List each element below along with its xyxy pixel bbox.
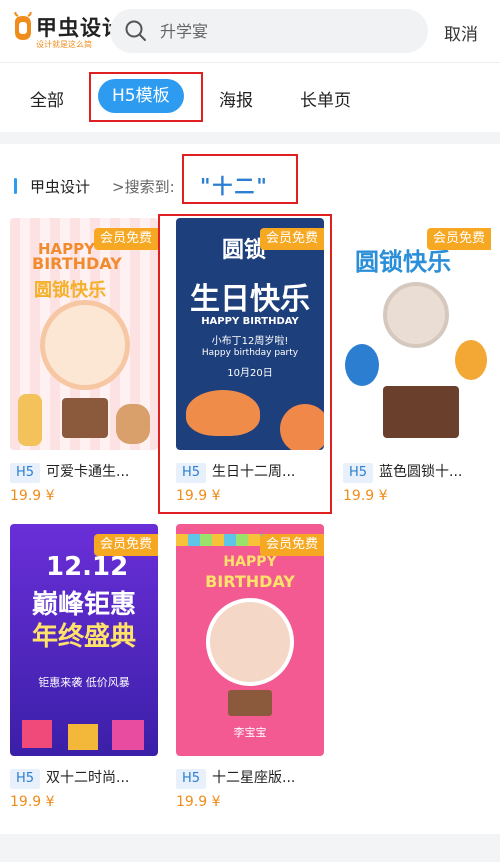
type-tag: H5 bbox=[343, 463, 373, 483]
template-card[interactable]: 圆锁快乐 会员免费 H5 蓝色圆锁十... 19.9 ¥ bbox=[343, 218, 491, 510]
card-price: 19.9 ¥ bbox=[10, 488, 55, 504]
card-title-text: 双十二时尚... bbox=[46, 770, 130, 786]
highlight-box-card bbox=[158, 214, 332, 514]
member-free-badge: 会员免费 bbox=[259, 534, 324, 556]
bear-illustration bbox=[116, 404, 150, 444]
result-source: 甲虫设计 bbox=[30, 178, 91, 196]
search-result-header: 甲虫设计 >搜索到: "十二" bbox=[0, 144, 500, 214]
template-thumbnail[interactable]: 圆锁快乐 会员免费 bbox=[343, 218, 491, 450]
tab-long-page[interactable]: 长单页 bbox=[300, 86, 351, 111]
member-free-badge: 会员免费 bbox=[93, 534, 158, 556]
card-price: 19.9 ¥ bbox=[10, 794, 55, 810]
type-tag: H5 bbox=[10, 769, 40, 789]
member-free-badge: 会员免费 bbox=[93, 228, 158, 250]
beetle-logo-icon bbox=[14, 12, 32, 40]
balloon-illustration bbox=[455, 340, 487, 380]
tab-all[interactable]: 全部 bbox=[30, 86, 64, 111]
type-tag: H5 bbox=[10, 463, 40, 483]
art-text: 圆锁快乐 bbox=[34, 280, 106, 301]
top-bar: 甲虫设计 设计就是这么简 取消 bbox=[0, 0, 500, 62]
logo-tagline: 设计就是这么简 bbox=[36, 40, 92, 49]
card-title[interactable]: H5 双十二时尚... bbox=[10, 767, 158, 789]
section-marker bbox=[14, 178, 17, 194]
card-price: 19.9 ¥ bbox=[343, 488, 388, 504]
cake-illustration bbox=[383, 386, 459, 438]
art-text: 12.12 bbox=[46, 552, 129, 582]
cake-illustration bbox=[62, 398, 108, 438]
portrait-photo bbox=[40, 300, 130, 390]
bottom-spacer bbox=[0, 834, 500, 862]
tab-poster[interactable]: 海报 bbox=[219, 86, 253, 111]
search-box[interactable] bbox=[110, 9, 428, 53]
portrait-photo bbox=[383, 282, 449, 348]
logo-name: 甲虫设计 bbox=[36, 16, 112, 40]
cancel-button[interactable]: 取消 bbox=[444, 20, 478, 45]
template-card[interactable]: 12.12 巅峰钜惠 年终盛典 钜惠来袭 低价风暴 会员免费 H5 双十二时尚..… bbox=[10, 524, 158, 816]
search-input[interactable] bbox=[160, 9, 410, 53]
art-text: 李宝宝 bbox=[233, 726, 267, 739]
card-title[interactable]: H5 十二星座版... bbox=[176, 767, 324, 789]
art-text: BIRTHDAY bbox=[205, 572, 295, 591]
template-thumbnail[interactable]: HAPPY BIRTHDAY 李宝宝 会员免费 bbox=[176, 524, 324, 756]
art-text: HAPPY bbox=[223, 554, 277, 570]
card-title-text: 蓝色圆锁十... bbox=[379, 464, 463, 480]
highlight-box-keyword bbox=[182, 154, 298, 204]
card-title-text: 十二星座版... bbox=[212, 770, 296, 786]
card-title-text: 可爱卡通生... bbox=[46, 464, 130, 480]
cake-illustration bbox=[228, 690, 272, 716]
template-card[interactable]: HAPPY BIRTHDAY 李宝宝 会员免费 H5 十二星座版... 19.9 … bbox=[176, 524, 324, 816]
category-tabs: 全部 H5模板 海报 长单页 bbox=[0, 62, 500, 132]
template-card[interactable]: HAPPY BIRTHDAY 圆锁快乐 会员免费 H5 可爱卡通生... 19.9… bbox=[10, 218, 158, 510]
highlight-box-tab bbox=[89, 72, 203, 122]
art-text: BIRTHDAY bbox=[32, 254, 122, 273]
template-thumbnail[interactable]: 12.12 巅峰钜惠 年终盛典 钜惠来袭 低价风暴 会员免费 bbox=[10, 524, 158, 756]
page: 甲虫设计 设计就是这么简 取消 全部 H5模板 海报 长单页 甲虫设计 >搜索到… bbox=[0, 0, 500, 862]
card-title[interactable]: H5 蓝色圆锁十... bbox=[343, 461, 491, 483]
result-prefix: >搜索到: bbox=[112, 178, 175, 196]
card-price: 19.9 ¥ bbox=[176, 794, 221, 810]
art-text: 年终盛典 bbox=[31, 622, 136, 652]
template-grid: HAPPY BIRTHDAY 圆锁快乐 会员免费 H5 可爱卡通生... 19.9… bbox=[0, 214, 500, 834]
search-icon bbox=[125, 20, 146, 41]
portrait-photo bbox=[206, 598, 294, 686]
logo[interactable]: 甲虫设计 设计就是这么简 bbox=[12, 10, 112, 50]
card-title[interactable]: H5 可爱卡通生... bbox=[10, 461, 158, 483]
template-thumbnail[interactable]: HAPPY BIRTHDAY 圆锁快乐 会员免费 bbox=[10, 218, 158, 450]
giraffe-illustration bbox=[18, 394, 42, 446]
art-text: 钜惠来袭 低价风暴 bbox=[38, 676, 130, 689]
member-free-badge: 会员免费 bbox=[426, 228, 491, 250]
gift-box-illustration bbox=[22, 720, 52, 748]
type-tag: H5 bbox=[176, 769, 206, 789]
balloon-illustration bbox=[345, 344, 379, 386]
gift-box-illustration bbox=[112, 720, 144, 750]
gift-box-illustration bbox=[68, 724, 98, 750]
